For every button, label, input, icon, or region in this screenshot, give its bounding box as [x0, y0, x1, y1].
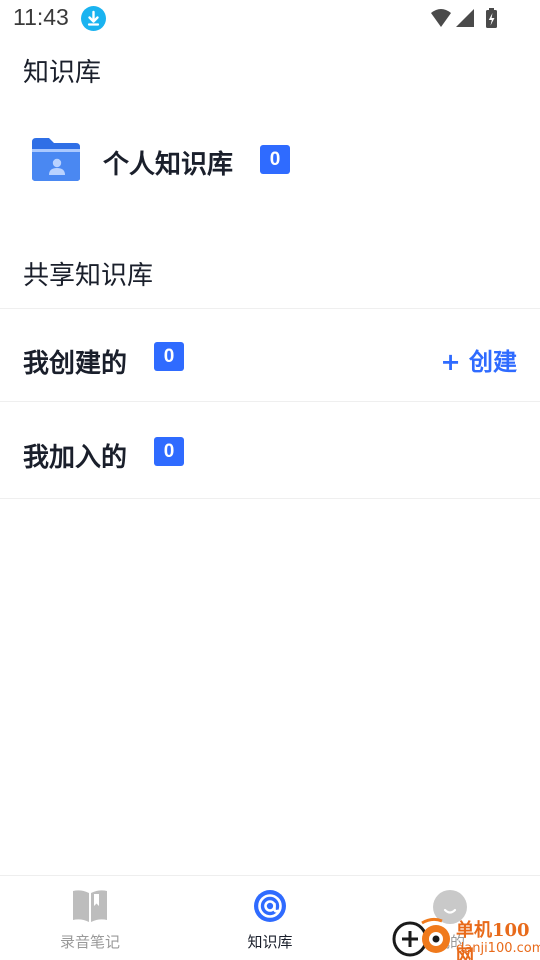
wifi-icon	[431, 9, 451, 27]
folder-user-icon	[30, 136, 82, 182]
status-time: 11:43	[13, 4, 69, 30]
tab-recording-notes-label: 录音笔记	[59, 933, 120, 951]
joined-by-me-row[interactable]: 我加入的 0	[0, 401, 540, 499]
created-count-badge: 0	[154, 342, 184, 371]
personal-count-badge: 0	[260, 145, 290, 174]
personal-knowledge-base[interactable]: 个人知识库 0	[0, 122, 540, 200]
shared-section-title: 共享知识库	[23, 261, 154, 291]
book-icon	[72, 888, 108, 924]
download-icon	[81, 6, 106, 31]
status-icons	[430, 7, 502, 31]
created-by-me-row[interactable]: 我创建的 0 + 创建	[0, 308, 540, 401]
tab-knowledge-base[interactable]: 知识库	[180, 876, 360, 960]
tab-recording-notes[interactable]: 录音笔记	[0, 876, 180, 960]
at-icon	[252, 888, 288, 924]
status-bar: 11:43	[0, 0, 540, 38]
battery-icon	[486, 8, 497, 28]
joined-label: 我加入的	[23, 443, 128, 473]
page-title: 知识库	[23, 58, 102, 88]
watermark-logo-icon	[392, 917, 450, 957]
joined-count-badge: 0	[154, 437, 184, 466]
signal-icon	[456, 9, 474, 27]
watermark: 单机100网 danji100.com	[390, 915, 540, 960]
create-button[interactable]: + 创建	[441, 342, 517, 377]
tab-knowledge-base-label: 知识库	[247, 933, 293, 951]
personal-label: 个人知识库	[103, 150, 234, 180]
created-label: 我创建的	[23, 349, 128, 379]
watermark-url: danji100.com	[456, 941, 540, 956]
